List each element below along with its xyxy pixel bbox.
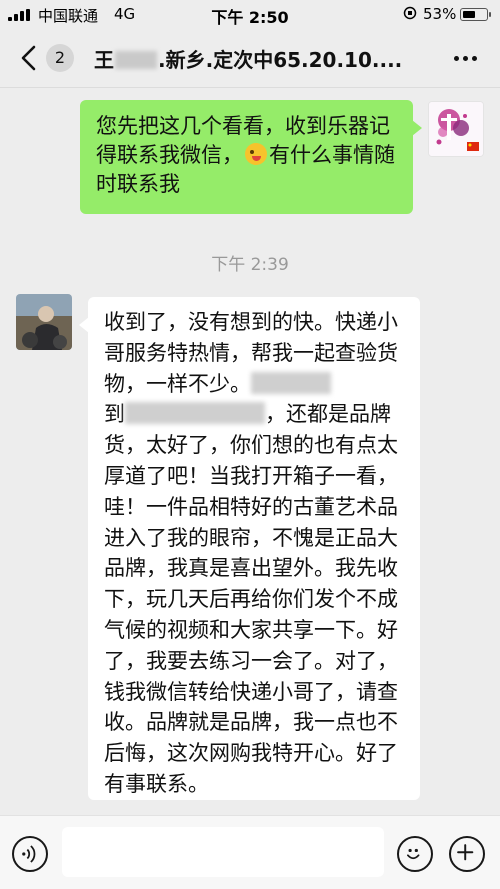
battery-percent: 53% (423, 5, 457, 23)
plus-icon[interactable] (449, 836, 485, 872)
header-divider (0, 87, 500, 88)
redacted-name (115, 51, 157, 69)
my-avatar[interactable] (428, 101, 484, 157)
message-input[interactable] (62, 827, 384, 877)
back-chevron-icon[interactable] (18, 44, 44, 72)
logo-avatar-image (429, 102, 483, 156)
redacted-text (125, 402, 265, 425)
incoming-message-bubble[interactable]: 收到了，没有想到的快。快递小哥服务特热情，帮我一起查验货物，一样不少。 到，还都… (79, 297, 420, 800)
input-bar (0, 815, 500, 889)
redacted-text (251, 371, 331, 394)
outgoing-message-bubble[interactable]: 您先把这几个看看，收到乐器记得联系我微信， 有什么事情随时联系我 (80, 100, 422, 214)
unread-count-badge[interactable]: 2 (46, 44, 74, 72)
contact-avatar[interactable] (16, 294, 72, 350)
message-text-end: ，还都是品牌货，太好了，你们想的也有点太厚道了吧！当我打开箱子一看，哇！一件品相… (104, 402, 398, 796)
chat-header: 2 王 .新乡.定次中65.20.10.... (0, 28, 500, 88)
more-dots-icon[interactable] (454, 56, 478, 62)
message-text-line-start: 到 (104, 402, 125, 427)
voice-icon[interactable] (12, 836, 48, 872)
emoji-icon[interactable] (397, 836, 433, 872)
rotation-lock-icon (403, 6, 417, 20)
message-timestamp: 下午 2:39 (211, 255, 289, 275)
chat-title-suffix: .新乡.定次中65.20.10.... (158, 48, 403, 72)
grinning-tongue-emoji (245, 143, 267, 165)
chat-title-prefix: 王 (94, 48, 114, 72)
chat-title: 王 .新乡.定次中65.20.10.... (94, 44, 424, 73)
status-bar: 中国联通 4G 下午 2:50 53% (0, 0, 500, 28)
contact-photo (16, 294, 72, 350)
battery-icon (460, 8, 491, 21)
